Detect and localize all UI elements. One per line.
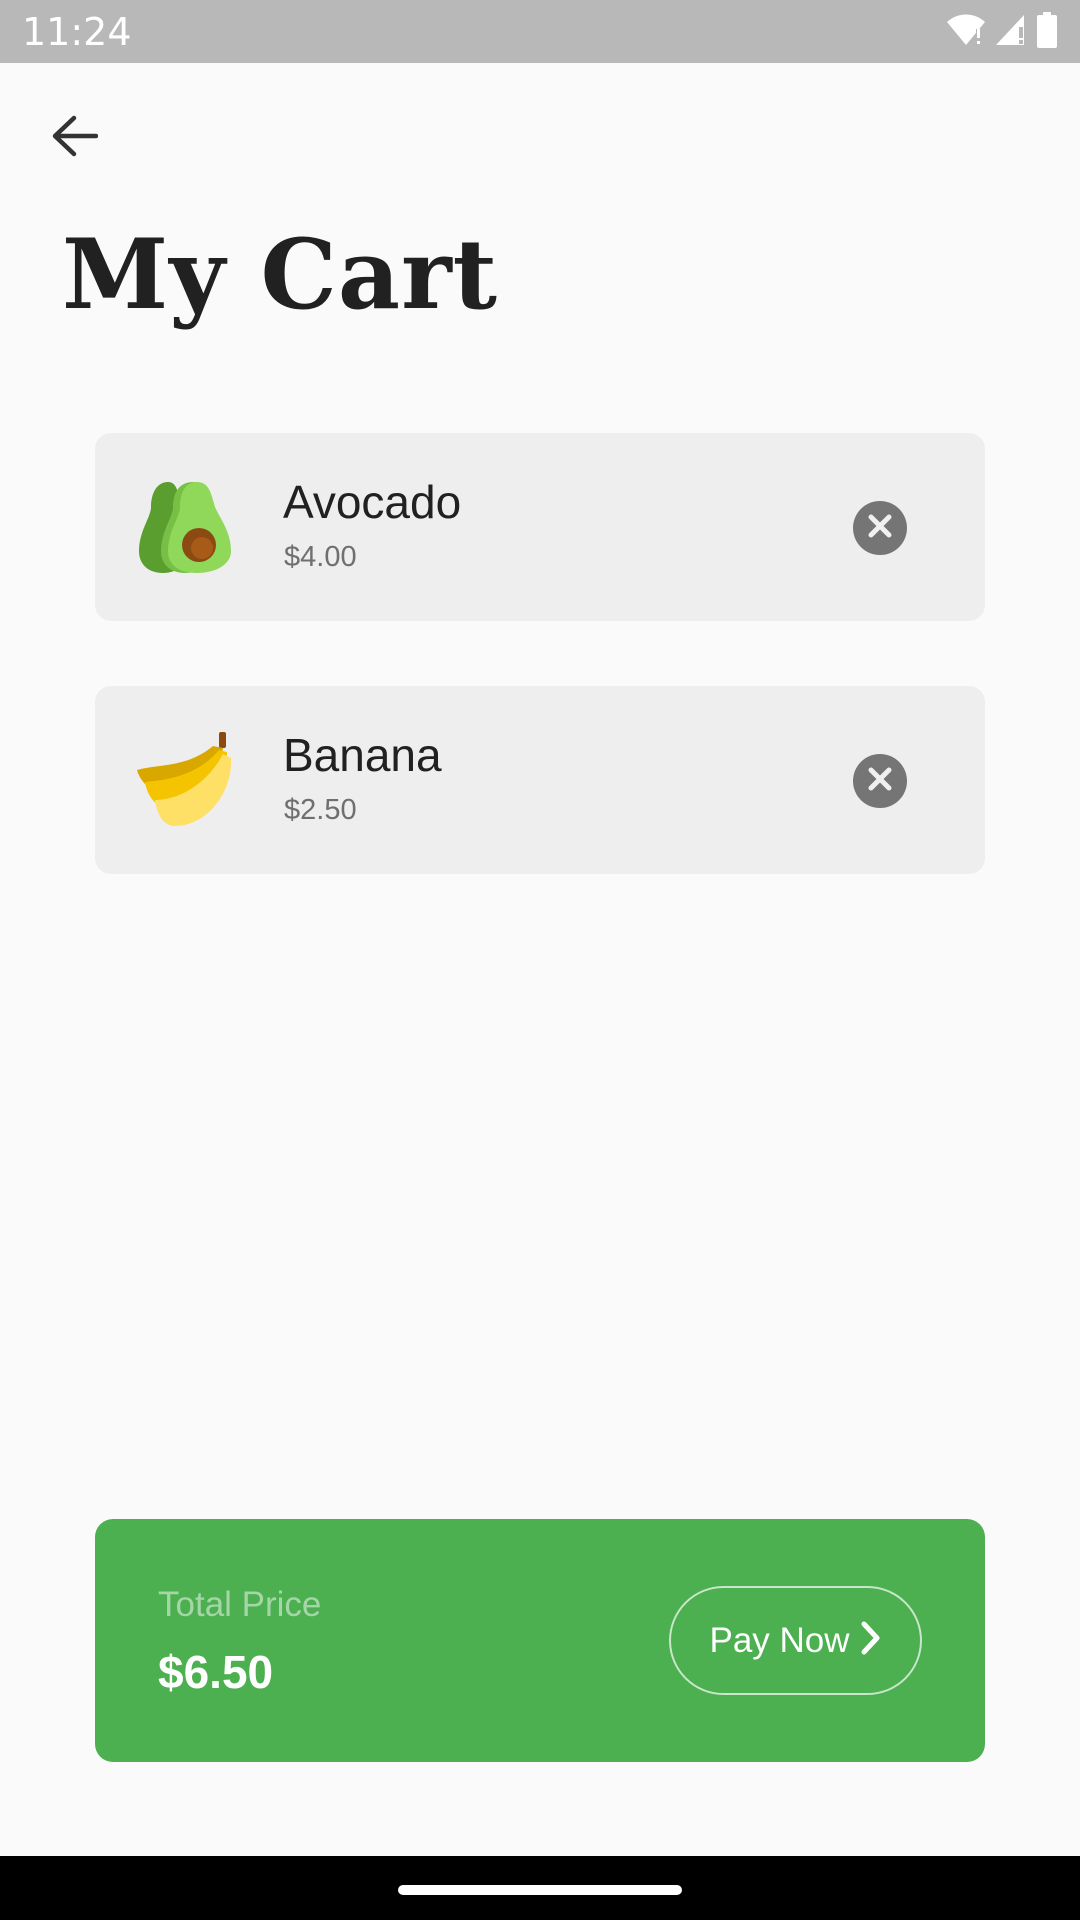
close-circle-icon — [867, 766, 893, 797]
cart-item-banana: Banana $2.50 — [95, 686, 985, 874]
remove-item-button[interactable] — [853, 754, 907, 808]
cart-screen: 11:24 My Cart Avocado $4.00 Banana $2.50… — [0, 0, 1080, 1920]
wifi-icon — [946, 13, 986, 52]
pay-now-button[interactable]: Pay Now — [669, 1586, 922, 1695]
avocado-icon — [135, 477, 235, 577]
remove-item-button[interactable] — [853, 501, 907, 555]
banana-icon — [135, 730, 235, 830]
cart-item-avocado: Avocado $4.00 — [95, 433, 985, 621]
battery-icon — [1036, 11, 1058, 53]
item-price: $4.00 — [284, 541, 357, 573]
pay-now-label: Pay Now — [709, 1620, 850, 1660]
item-price: $2.50 — [284, 794, 357, 826]
home-gesture-handle[interactable] — [398, 1885, 682, 1895]
total-price-value: $6.50 — [158, 1646, 274, 1698]
total-card: Total Price $6.50 Pay Now — [95, 1519, 985, 1762]
close-circle-icon — [867, 513, 893, 544]
item-name: Banana — [283, 729, 442, 781]
item-name: Avocado — [283, 476, 462, 528]
status-icons — [946, 11, 1058, 53]
chevron-right-icon — [860, 1621, 882, 1660]
status-bar: 11:24 — [0, 0, 1080, 63]
cell-signal-icon — [994, 13, 1028, 52]
page-title: My Cart — [62, 218, 498, 331]
total-price-label: Total Price — [158, 1585, 322, 1624]
back-button[interactable] — [38, 102, 110, 174]
status-time: 11:24 — [22, 10, 132, 54]
arrow-left-icon — [50, 114, 99, 163]
navigation-bar — [0, 1856, 1080, 1920]
